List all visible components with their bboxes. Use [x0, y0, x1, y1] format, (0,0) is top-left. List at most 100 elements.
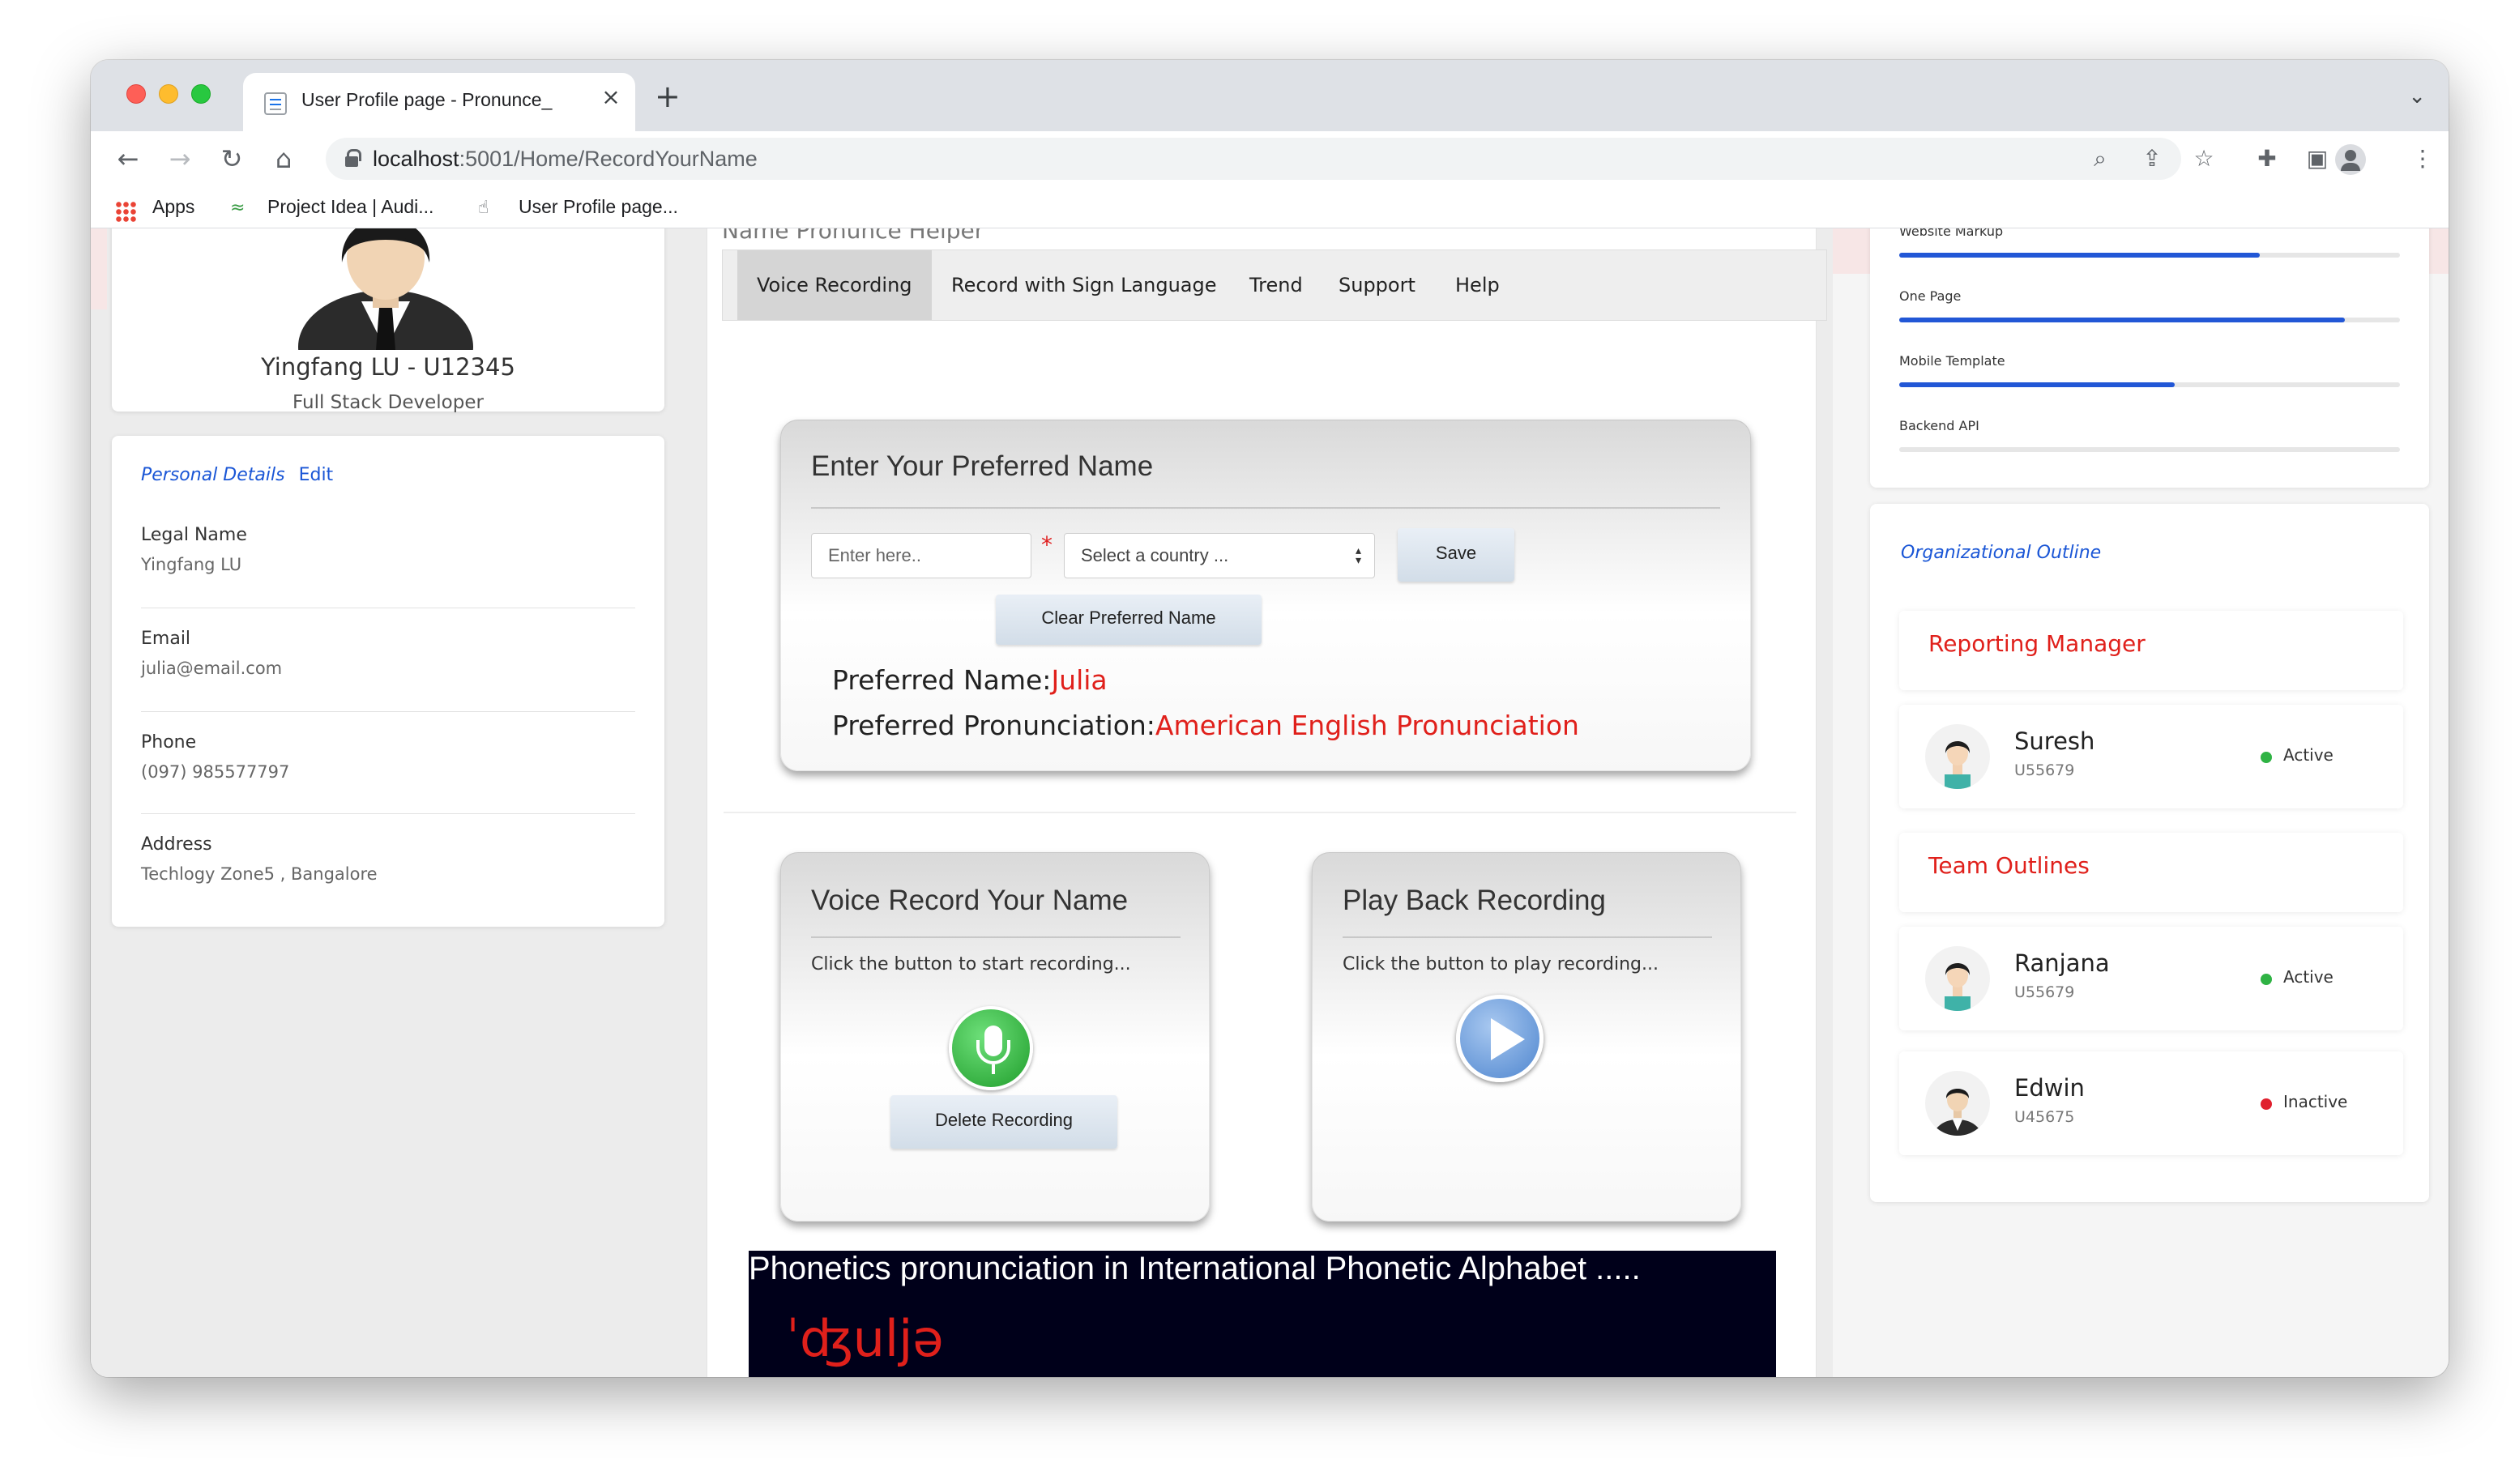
address-field: Address Techlogy Zone5 , Bangalore [141, 834, 635, 884]
project-idea-favicon-icon: ≈ [230, 198, 246, 218]
team-member-row[interactable]: Ranjana U55679 Active [1899, 927, 2403, 1030]
team-outlines-header: Team Outlines [1899, 833, 2403, 912]
team-member-row[interactable]: Edwin U45675 Inactive [1899, 1051, 2403, 1155]
feature-tabs: Voice Recording Record with Sign Languag… [722, 249, 1827, 321]
preferred-name-panel: Enter Your Preferred Name Enter here.. *… [780, 420, 1751, 771]
tab-close-icon[interactable]: × [598, 84, 624, 110]
maximize-window-button[interactable] [191, 84, 211, 104]
select-arrows-icon: ▴ ▾ [1355, 544, 1361, 566]
phonetics-title: Phonetics pronunciation in International… [749, 1251, 1641, 1286]
more-menu-icon[interactable]: ⋮ [2406, 144, 2439, 173]
skill-fill [1899, 318, 2346, 322]
browser-window: User Profile page - Pronunce_ × + ⌄ ← → … [91, 60, 2449, 1377]
bookmark-project-idea[interactable]: Project Idea | Audi... [267, 196, 433, 218]
legal-name-field: Legal Name Yingfang LU [141, 525, 635, 574]
panel-divider [811, 507, 1720, 509]
bookmark-user-profile[interactable]: User Profile page... [519, 196, 678, 218]
team-member-status: Inactive [2283, 1092, 2348, 1111]
email-value: julia@email.com [141, 659, 283, 678]
save-button[interactable]: Save [1398, 528, 1514, 582]
email-field: Email julia@email.com [141, 629, 635, 678]
skill-track [1899, 318, 2400, 322]
playback-title: Play Back Recording [1343, 885, 1606, 916]
tab-support[interactable]: Support [1319, 250, 1435, 320]
url-text: localhost:5001/Home/RecordYourName [373, 147, 758, 171]
panel-divider [811, 936, 1181, 938]
page-viewport: Yingfang LU - U12345 Full Stack Develope… [91, 228, 2449, 1377]
new-tab-button[interactable]: + [655, 81, 681, 112]
tab-search-chevron-icon[interactable]: ⌄ [2408, 84, 2426, 109]
details-divider [141, 813, 635, 814]
apps-grid-icon [115, 201, 136, 222]
skill-track [1899, 382, 2400, 387]
email-label: Email [141, 629, 191, 649]
tab-help[interactable]: Help [1436, 250, 1519, 320]
bookmark-apps[interactable]: Apps [152, 196, 194, 218]
person-female-icon [1945, 741, 1971, 789]
personal-details-heading: Personal Details [141, 465, 285, 485]
person-female-icon [1945, 963, 1971, 1011]
browser-tab-active[interactable]: User Profile page - Pronunce_ × [243, 73, 635, 131]
reporting-manager-title: Reporting Manager [1928, 630, 2146, 657]
team-member-id: U55679 [2014, 983, 2075, 1001]
tab-trend[interactable]: Trend [1230, 250, 1322, 320]
manager-row[interactable]: Suresh U55679 Active [1899, 705, 2403, 808]
status-active-icon [2261, 974, 2272, 985]
profile-avatar-icon[interactable] [2335, 144, 2366, 175]
phone-label: Phone [141, 732, 197, 753]
reload-icon[interactable]: ↻ [216, 143, 248, 175]
bookmark-star-icon[interactable]: ☆ [2188, 144, 2220, 173]
zoom-icon[interactable]: ⌕ [2084, 144, 2116, 173]
back-arrow-icon[interactable]: ← [112, 143, 144, 175]
tab-voice-recording[interactable]: Voice Recording [737, 250, 932, 320]
phonetics-ipa: ˈʤuljə [786, 1309, 944, 1368]
personal-details-card: Personal Details Edit Legal Name Yingfan… [112, 436, 664, 927]
skill-fill [1899, 253, 2260, 258]
side-panel-icon[interactable]: ▣ [2301, 144, 2334, 173]
minimize-window-button[interactable] [159, 84, 178, 104]
org-outline-card: Organizational Outline Reporting Manager… [1870, 504, 2429, 1202]
mic-arc [976, 1040, 1010, 1064]
play-button-icon[interactable] [1456, 995, 1544, 1082]
close-window-button[interactable] [126, 84, 146, 104]
edit-details-link[interactable]: Edit [299, 465, 334, 485]
team-member-avatar [1925, 1071, 1990, 1136]
country-select-value: Select a country ... [1081, 545, 1229, 565]
voice-record-panel: Voice Record Your Name Click the button … [780, 852, 1210, 1222]
reporting-manager-header: Reporting Manager [1899, 611, 2403, 690]
profile-card: Yingfang LU - U12345 Full Stack Develope… [112, 228, 664, 413]
forward-arrow-icon[interactable]: → [164, 143, 196, 175]
skill-track [1899, 253, 2400, 258]
share-icon[interactable]: ⇪ [2136, 144, 2168, 173]
address-bar[interactable]: localhost:5001/Home/RecordYourName [326, 138, 2181, 180]
record-microphone-icon[interactable] [949, 1006, 1033, 1090]
skills-card: Website Markup One Page Mobile Template … [1870, 228, 2429, 488]
clear-preferred-name-button[interactable]: Clear Preferred Name [996, 595, 1262, 645]
voice-record-title: Voice Record Your Name [811, 885, 1129, 916]
main-content: Name Pronunce Helper Voice Recording Rec… [707, 228, 1827, 1377]
lock-icon [345, 149, 361, 167]
home-icon[interactable]: ⌂ [267, 143, 300, 175]
user-profile-favicon-icon: ☝ [478, 198, 489, 218]
manager-avatar [1925, 724, 1990, 789]
page-favicon-icon [264, 92, 287, 115]
preferred-name-input[interactable]: Enter here.. [811, 533, 1031, 578]
profile-name: Yingfang LU - U12345 [261, 353, 515, 381]
team-member-id: U45675 [2014, 1108, 2075, 1126]
team-member-status: Active [2283, 967, 2334, 987]
personal-details-title: Personal Details Edit [141, 465, 333, 485]
section-divider [724, 812, 1796, 813]
delete-recording-button[interactable]: Delete Recording [890, 1095, 1117, 1149]
skill-track [1899, 447, 2400, 452]
tab-sign-language[interactable]: Record with Sign Language [932, 250, 1236, 320]
preferred-pronunciation-label: Preferred Pronunciation: [832, 710, 1155, 741]
manager-id: U55679 [2014, 761, 2075, 779]
phone-value: (097) 985577797 [141, 762, 290, 782]
team-member-name: Ranjana [2014, 949, 2110, 977]
phonetics-box: Phonetics pronunciation in International… [749, 1251, 1776, 1377]
extensions-puzzle-icon[interactable]: ✚ [2251, 144, 2283, 173]
profile-role: Full Stack Developer [292, 392, 484, 413]
required-mark: * [1041, 531, 1053, 558]
manager-status: Active [2283, 745, 2334, 765]
country-select[interactable]: Select a country ... ▴ ▾ [1064, 533, 1375, 578]
